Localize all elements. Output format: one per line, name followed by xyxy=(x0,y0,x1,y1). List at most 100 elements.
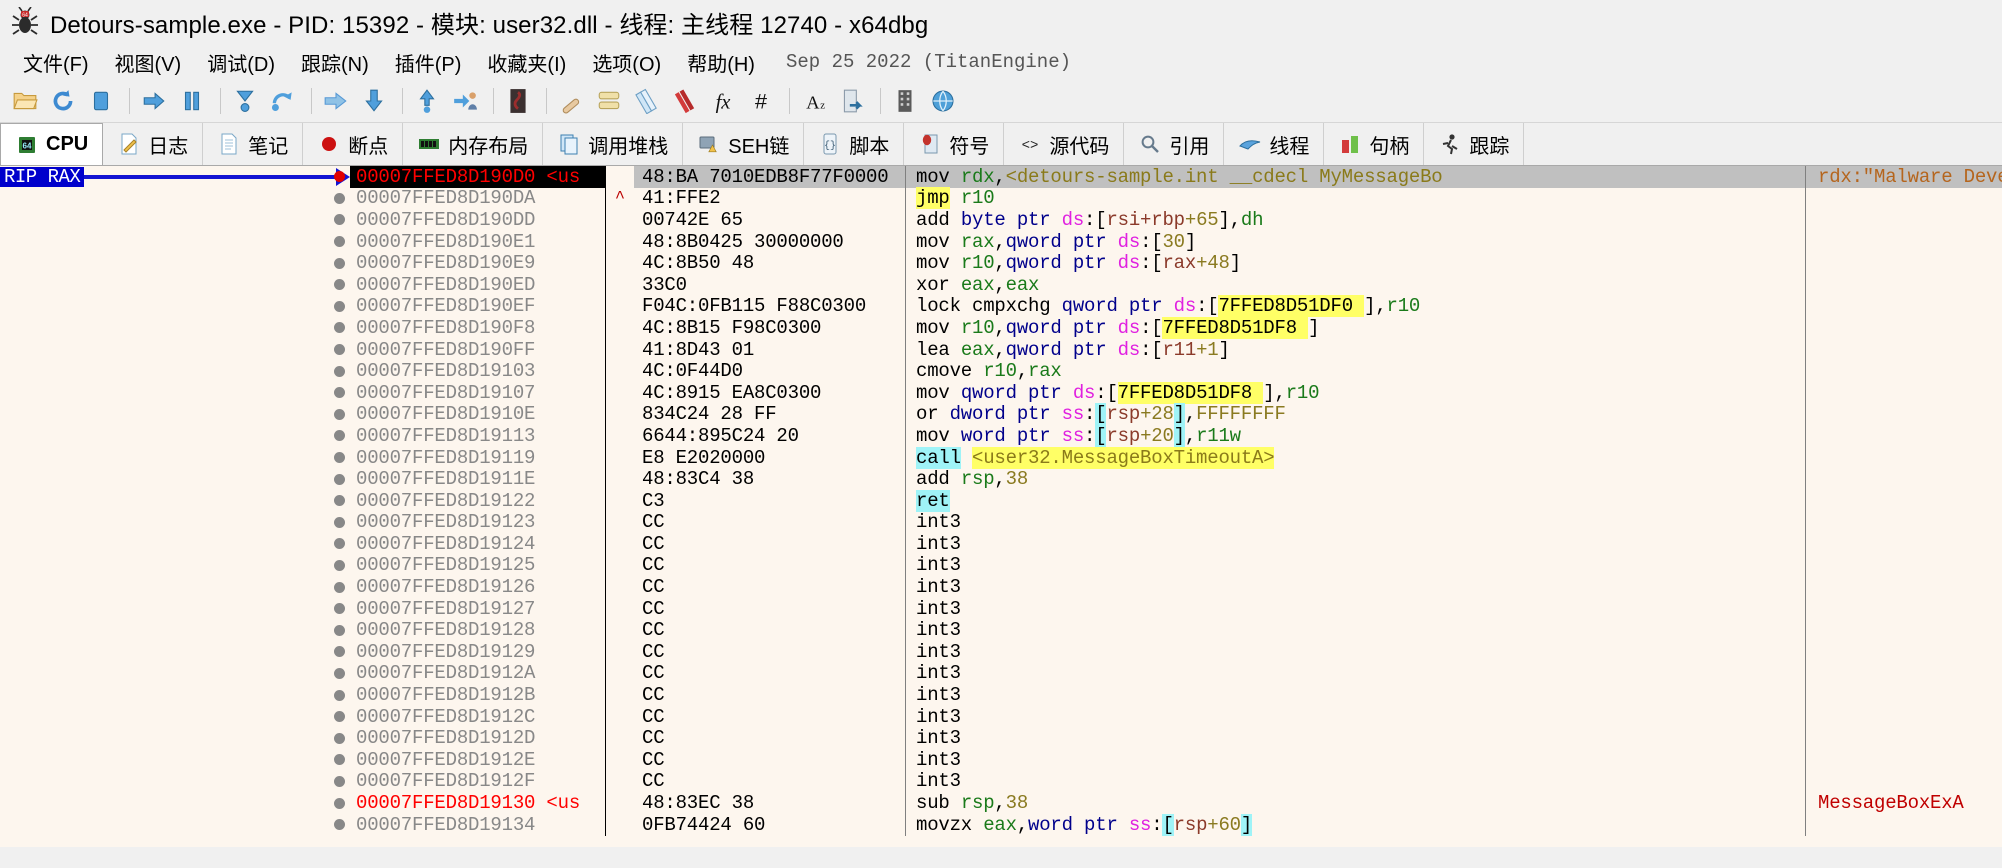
breakpoint-toggle[interactable] xyxy=(328,516,350,528)
disassembly-row[interactable]: 00007FFED8D19134 0FB74424 60 movzx eax,wor… xyxy=(0,813,2002,836)
menu-item-plugins[interactable]: 插件(P) xyxy=(382,46,475,79)
function-icon[interactable]: fx xyxy=(706,84,740,118)
tab-seh-chain[interactable]: SEH链 xyxy=(683,123,805,165)
hash-icon[interactable]: # xyxy=(744,84,778,118)
disassembly-row[interactable]: 00007FFED8D19124 CC int3 xyxy=(0,532,2002,555)
menu-item-file[interactable]: 文件(F) xyxy=(10,46,102,79)
breakpoint-toggle[interactable] xyxy=(328,624,350,636)
menu-item-trace[interactable]: 跟踪(N) xyxy=(288,46,382,79)
disassembly-row[interactable]: 00007FFED8D190DA ^ 41:FFE2 jmp r10 xyxy=(0,187,2002,210)
tab-memory-map[interactable]: 内存布局 xyxy=(403,123,544,165)
breakpoint-toggle[interactable] xyxy=(328,797,350,809)
export-icon[interactable] xyxy=(835,84,869,118)
disassembly-row[interactable]: 00007FFED8D1910E 834C24 28 FF or dword ptr… xyxy=(0,403,2002,426)
tab-call-stack[interactable]: 调用堆栈 xyxy=(543,123,684,165)
breakpoint-toggle[interactable] xyxy=(328,387,350,399)
open-icon[interactable] xyxy=(8,84,42,118)
execute-till-return-icon[interactable] xyxy=(410,84,444,118)
tab-threads[interactable]: 线程 xyxy=(1224,123,1325,165)
disassembly-row[interactable]: 00007FFED8D190FF 41:8D43 01 lea eax,qword … xyxy=(0,338,2002,361)
disassembly-row[interactable]: 00007FFED8D190F8 4C:8B15 F98C0300 mov r10,… xyxy=(0,316,2002,339)
scylla-icon[interactable] xyxy=(501,84,535,118)
disassembly-row[interactable]: 00007FFED8D190E9 4C:8B50 48 mov r10,qword … xyxy=(0,252,2002,275)
breakpoint-toggle[interactable] xyxy=(328,192,350,204)
disassembly-row[interactable]: 00007FFED8D19113 6644:895C24 20 mov word p… xyxy=(0,424,2002,447)
breakpoint-toggle[interactable] xyxy=(328,214,350,226)
disassembly-row[interactable]: 00007FFED8D19123 CC int3 xyxy=(0,511,2002,534)
breakpoint-toggle[interactable] xyxy=(328,171,350,183)
breakpoint-toggle[interactable] xyxy=(328,538,350,550)
menu-item-view[interactable]: 视图(V) xyxy=(102,46,195,79)
breakpoint-toggle[interactable] xyxy=(328,452,350,464)
step-over-icon[interactable] xyxy=(266,84,300,118)
tab-source[interactable]: <> 源代码 xyxy=(1004,123,1125,165)
trace-over-icon[interactable] xyxy=(357,84,391,118)
tab-symbols[interactable]: 符号 xyxy=(904,123,1005,165)
disassembly-row[interactable]: 00007FFED8D19119 E8 E2020000 call <user32.… xyxy=(0,446,2002,469)
disassembly-row[interactable]: 00007FFED8D19122 C3 ret xyxy=(0,489,2002,512)
breakpoint-toggle[interactable] xyxy=(328,495,350,507)
disassembly-row[interactable]: 00007FFED8D19125 CC int3 xyxy=(0,554,2002,577)
tab-cpu[interactable]: 64 CPU xyxy=(0,123,104,165)
menu-item-help[interactable]: 帮助(H) xyxy=(674,46,768,79)
disassembly-row[interactable]: 00007FFED8D1912A CC int3 xyxy=(0,662,2002,685)
breakpoint-toggle[interactable] xyxy=(328,257,350,269)
breakpoint-toggle[interactable] xyxy=(328,408,350,420)
disassembly-row[interactable]: 00007FFED8D1912B CC int3 xyxy=(0,684,2002,707)
disassembly-row[interactable]: 00007FFED8D19129 CC int3 xyxy=(0,640,2002,663)
breakpoint-toggle[interactable] xyxy=(328,689,350,701)
menu-item-favourites[interactable]: 收藏夹(I) xyxy=(474,46,579,79)
menu-item-options[interactable]: 选项(O) xyxy=(579,46,674,79)
execute-till-user-code-icon[interactable] xyxy=(448,84,482,118)
disassembly-row[interactable]: 00007FFED8D190EF F04C:0FB115 F88C0300 lock… xyxy=(0,295,2002,318)
breakpoint-toggle[interactable] xyxy=(328,646,350,658)
tab-notes[interactable]: 笔记 xyxy=(203,123,304,165)
breakpoint-toggle[interactable] xyxy=(328,344,350,356)
disassembly-view[interactable]: RIP RAX 00007FFED8D190D0 <us 48:BA 7010ED… xyxy=(0,166,2002,847)
restart-icon[interactable] xyxy=(46,84,80,118)
breakpoint-toggle[interactable] xyxy=(328,300,350,312)
breakpoint-toggle[interactable] xyxy=(328,754,350,766)
breakpoint-toggle[interactable] xyxy=(328,603,350,615)
stop-icon[interactable] xyxy=(84,84,118,118)
font-icon[interactable]: Az xyxy=(797,84,831,118)
run-icon[interactable] xyxy=(137,84,171,118)
menu-item-debug[interactable]: 调试(D) xyxy=(194,46,288,79)
patch-icon[interactable] xyxy=(554,84,588,118)
memory-map-icon[interactable] xyxy=(888,84,922,118)
trace-into-icon[interactable] xyxy=(319,84,353,118)
tab-log[interactable]: 日志 xyxy=(103,123,204,165)
log-icon[interactable] xyxy=(592,84,626,118)
disassembly-row[interactable]: 00007FFED8D1912C CC int3 xyxy=(0,705,2002,728)
disassembly-row[interactable]: 00007FFED8D1911E 48:83C4 38 add rsp,38 xyxy=(0,468,2002,491)
disassembly-row[interactable]: 00007FFED8D19103 4C:0F44D0 cmove r10,rax xyxy=(0,360,2002,383)
breakpoint-toggle[interactable] xyxy=(328,819,350,831)
breakpoint-toggle[interactable] xyxy=(328,775,350,787)
tab-trace[interactable]: 跟踪 xyxy=(1424,123,1525,165)
breakpoint-toggle[interactable] xyxy=(328,430,350,442)
breakpoint-toggle[interactable] xyxy=(328,365,350,377)
pause-icon[interactable] xyxy=(175,84,209,118)
breakpoint-toggle[interactable] xyxy=(328,667,350,679)
tab-breakpoints[interactable]: 断点 xyxy=(303,123,404,165)
step-into-icon[interactable] xyxy=(228,84,262,118)
breakpoint-toggle[interactable] xyxy=(328,473,350,485)
disassembly-row[interactable]: 00007FFED8D190DD 00742E 65 add byte ptr ds… xyxy=(0,208,2002,231)
globe-icon[interactable] xyxy=(926,84,960,118)
disassembly-row[interactable]: 00007FFED8D19130 <us 48:83EC 38 sub rsp,38… xyxy=(0,792,2002,815)
breakpoint-toggle[interactable] xyxy=(328,322,350,334)
disassembly-row[interactable]: 00007FFED8D19128 CC int3 xyxy=(0,619,2002,642)
disassembly-row[interactable]: 00007FFED8D190ED 33C0 xor eax,eax xyxy=(0,273,2002,296)
breakpoint-toggle[interactable] xyxy=(328,559,350,571)
tab-references[interactable]: 引用 xyxy=(1124,123,1225,165)
breakpoint-toggle[interactable] xyxy=(328,236,350,248)
disassembly-row[interactable]: 00007FFED8D19127 CC int3 xyxy=(0,597,2002,620)
notes-icon[interactable] xyxy=(630,84,664,118)
bookmark-icon[interactable] xyxy=(668,84,702,118)
disassembly-row[interactable]: 00007FFED8D1912F CC int3 xyxy=(0,770,2002,793)
breakpoint-toggle[interactable] xyxy=(328,279,350,291)
breakpoint-toggle[interactable] xyxy=(328,732,350,744)
disassembly-row[interactable]: 00007FFED8D1912D CC int3 xyxy=(0,727,2002,750)
disassembly-row[interactable]: 00007FFED8D19107 4C:8915 EA8C0300 mov qwor… xyxy=(0,381,2002,404)
disassembly-row[interactable]: 00007FFED8D190E1 48:8B0425 30000000 mov ra… xyxy=(0,230,2002,253)
